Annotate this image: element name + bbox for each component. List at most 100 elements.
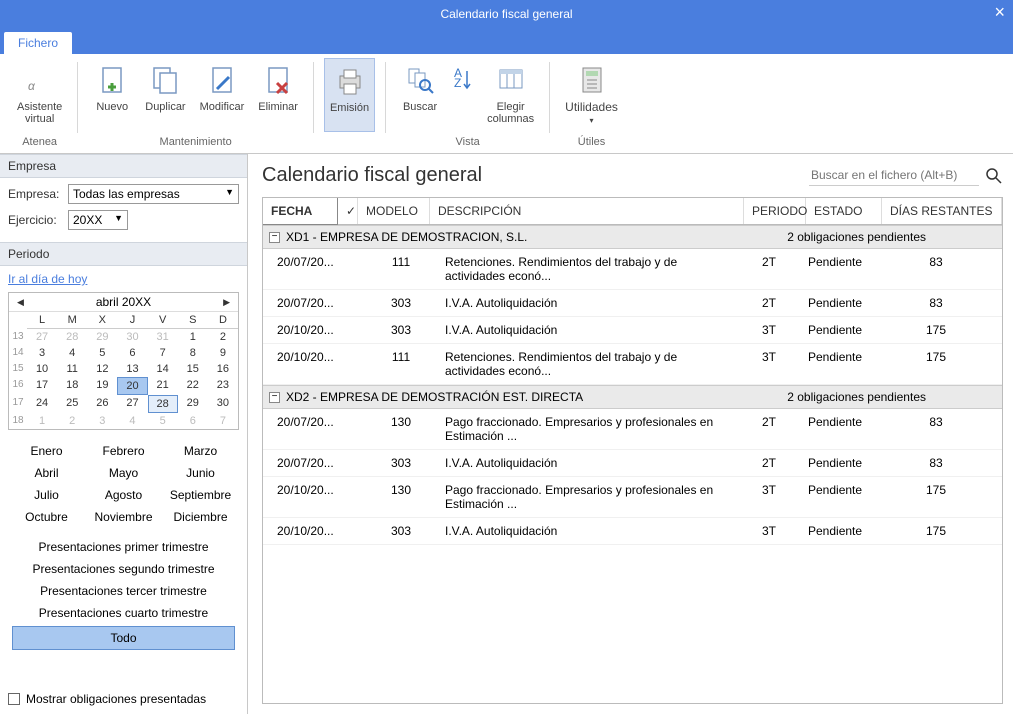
cal-day[interactable]: 7 xyxy=(208,413,238,429)
cal-day[interactable]: 29 xyxy=(178,395,208,413)
month-link[interactable]: Marzo xyxy=(166,442,235,460)
collapse-icon[interactable]: − xyxy=(269,232,280,243)
cal-day[interactable]: 5 xyxy=(87,345,117,361)
month-link[interactable]: Septiembre xyxy=(166,486,235,504)
col-periodo[interactable]: PERIODO xyxy=(744,198,806,224)
cal-day[interactable]: 10 xyxy=(27,361,57,377)
search-go-icon[interactable] xyxy=(985,167,1003,185)
month-link[interactable]: Julio xyxy=(12,486,81,504)
search-input[interactable] xyxy=(809,165,979,186)
cal-day[interactable]: 4 xyxy=(57,345,87,361)
group-row[interactable]: −XD1 - EMPRESA DE DEMOSTRACION, S.L.2 ob… xyxy=(263,225,1002,249)
month-link[interactable]: Abril xyxy=(12,464,81,482)
month-link[interactable]: Mayo xyxy=(89,464,158,482)
cal-day[interactable]: 24 xyxy=(27,395,57,413)
cal-day[interactable]: 25 xyxy=(57,395,87,413)
cal-prev-icon[interactable]: ◀ xyxy=(17,297,24,308)
buscar-button[interactable]: Buscar xyxy=(396,58,444,132)
cal-day[interactable]: 21 xyxy=(148,377,178,395)
elegir-columnas-button[interactable]: Elegir columnas xyxy=(482,58,539,132)
col-dias[interactable]: DÍAS RESTANTES xyxy=(882,198,1002,224)
cal-day[interactable]: 31 xyxy=(148,329,178,345)
month-link[interactable]: Junio xyxy=(166,464,235,482)
cal-day[interactable]: 27 xyxy=(27,329,57,345)
cal-day[interactable]: 1 xyxy=(178,329,208,345)
quick-filter[interactable]: Presentaciones tercer trimestre xyxy=(8,580,239,602)
month-link[interactable]: Diciembre xyxy=(166,508,235,526)
cal-day[interactable]: 4 xyxy=(117,413,147,429)
col-desc[interactable]: DESCRIPCIÓN xyxy=(430,198,744,224)
cal-next-icon[interactable]: ▶ xyxy=(223,297,230,308)
cal-day[interactable]: 28 xyxy=(57,329,87,345)
month-link[interactable]: Febrero xyxy=(89,442,158,460)
asistente-button[interactable]: α Asistente virtual xyxy=(12,58,67,132)
quick-filter-all[interactable]: Todo xyxy=(12,626,235,650)
cal-day[interactable]: 17 xyxy=(27,377,57,395)
ejercicio-select[interactable]: 20XX▼ xyxy=(68,210,128,230)
cal-day[interactable]: 18 xyxy=(57,377,87,395)
cal-week-num: 15 xyxy=(9,361,27,377)
ir-hoy-link[interactable]: Ir al día de hoy xyxy=(8,272,239,286)
duplicar-button[interactable]: Duplicar xyxy=(140,58,190,132)
table-row[interactable]: 20/07/20... 303 I.V.A. Autoliquidación 2… xyxy=(263,290,1002,317)
cal-day[interactable]: 7 xyxy=(148,345,178,361)
cal-day[interactable]: 3 xyxy=(87,413,117,429)
cal-day[interactable]: 15 xyxy=(178,361,208,377)
table-row[interactable]: 20/07/20... 130 Pago fraccionado. Empres… xyxy=(263,409,1002,450)
table-row[interactable]: 20/10/20... 303 I.V.A. Autoliquidación 3… xyxy=(263,518,1002,545)
cal-day[interactable]: 5 xyxy=(148,413,178,429)
cal-day[interactable]: 29 xyxy=(87,329,117,345)
col-fecha[interactable]: FECHA xyxy=(262,197,338,225)
cal-day[interactable]: 12 xyxy=(87,361,117,377)
cal-day[interactable]: 13 xyxy=(117,361,147,377)
quick-filter[interactable]: Presentaciones primer trimestre xyxy=(8,536,239,558)
col-check[interactable]: ✓ xyxy=(338,198,358,224)
cal-day[interactable]: 30 xyxy=(117,329,147,345)
cal-day[interactable]: 1 xyxy=(27,413,57,429)
cal-day[interactable]: 14 xyxy=(148,361,178,377)
table-row[interactable]: 20/07/20... 303 I.V.A. Autoliquidación 2… xyxy=(263,450,1002,477)
table-row[interactable]: 20/10/20... 111 Retenciones. Rendimiento… xyxy=(263,344,1002,385)
cal-day[interactable]: 16 xyxy=(208,361,238,377)
cal-day[interactable]: 22 xyxy=(178,377,208,395)
cal-day[interactable]: 11 xyxy=(57,361,87,377)
modificar-button[interactable]: Modificar xyxy=(195,58,250,132)
month-link[interactable]: Enero xyxy=(12,442,81,460)
cal-day[interactable]: 6 xyxy=(117,345,147,361)
close-icon[interactable]: × xyxy=(994,2,1005,23)
month-link[interactable]: Noviembre xyxy=(89,508,158,526)
cal-day[interactable]: 3 xyxy=(27,345,57,361)
cal-day[interactable]: 2 xyxy=(57,413,87,429)
cal-day[interactable]: 8 xyxy=(178,345,208,361)
table-row[interactable]: 20/10/20... 303 I.V.A. Autoliquidación 3… xyxy=(263,317,1002,344)
cal-day[interactable]: 9 xyxy=(208,345,238,361)
month-link[interactable]: Octubre xyxy=(12,508,81,526)
tab-fichero[interactable]: Fichero xyxy=(4,32,72,54)
cal-day[interactable]: 19 xyxy=(87,377,117,395)
quick-filter[interactable]: Presentaciones cuarto trimestre xyxy=(8,602,239,624)
nuevo-button[interactable]: Nuevo xyxy=(88,58,136,132)
sort-button[interactable]: AZ xyxy=(448,58,478,132)
table-row[interactable]: 20/10/20... 130 Pago fraccionado. Empres… xyxy=(263,477,1002,518)
eliminar-button[interactable]: Eliminar xyxy=(253,58,303,132)
cal-day[interactable]: 30 xyxy=(208,395,238,413)
collapse-icon[interactable]: − xyxy=(269,392,280,403)
mini-calendar[interactable]: ◀ abril 20XX ▶ LMXJVSD132728293031121434… xyxy=(8,292,239,430)
cal-day[interactable]: 2 xyxy=(208,329,238,345)
cal-day[interactable]: 23 xyxy=(208,377,238,395)
empresa-select[interactable]: Todas las empresas▼ xyxy=(68,184,239,204)
col-estado[interactable]: ESTADO xyxy=(806,198,882,224)
mostrar-checkbox[interactable] xyxy=(8,693,20,705)
cal-day[interactable]: 28 xyxy=(148,395,178,413)
quick-filter[interactable]: Presentaciones segundo trimestre xyxy=(8,558,239,580)
cal-day[interactable]: 27 xyxy=(117,395,147,413)
col-modelo[interactable]: MODELO xyxy=(358,198,430,224)
emision-button[interactable]: Emisión xyxy=(324,58,375,132)
cal-day[interactable]: 26 xyxy=(87,395,117,413)
group-row[interactable]: −XD2 - EMPRESA DE DEMOSTRACIÓN EST. DIRE… xyxy=(263,385,1002,409)
cal-day[interactable]: 6 xyxy=(178,413,208,429)
utilidades-button[interactable]: Utilidades▾ xyxy=(560,58,623,132)
month-link[interactable]: Agosto xyxy=(89,486,158,504)
table-row[interactable]: 20/07/20... 111 Retenciones. Rendimiento… xyxy=(263,249,1002,290)
cal-day[interactable]: 20 xyxy=(117,377,147,395)
